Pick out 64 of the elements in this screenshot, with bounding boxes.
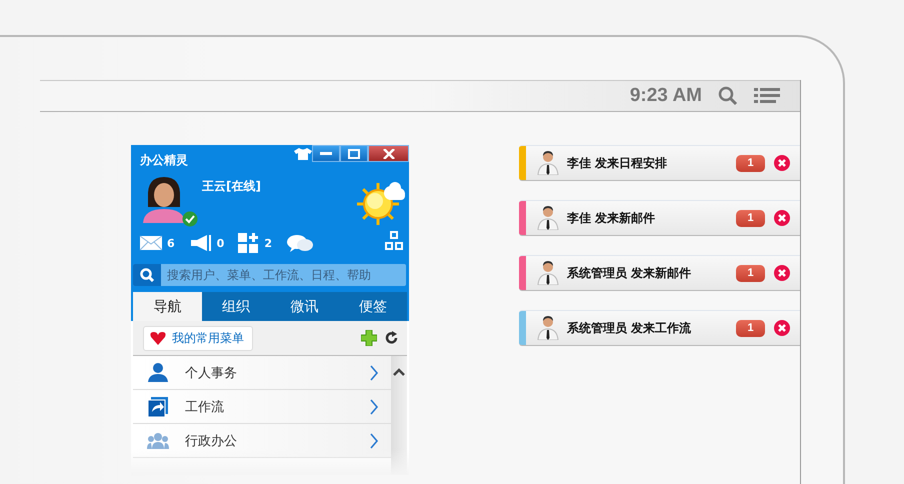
person-icon [537, 206, 559, 230]
megaphone-icon[interactable] [188, 234, 213, 252]
dismiss-button[interactable] [774, 320, 790, 336]
tab[interactable]: 导航 [133, 292, 202, 321]
person-icon [537, 316, 559, 340]
scrollbar[interactable] [391, 356, 407, 475]
close-icon [774, 265, 790, 281]
apps-grid-icon[interactable] [238, 233, 260, 253]
user-name-status: 王云[在线] [202, 178, 261, 195]
maximize-icon [348, 148, 360, 158]
menu-label: 工作流 [185, 398, 225, 416]
close-icon [774, 210, 790, 226]
heart-icon [150, 331, 166, 345]
dismiss-button[interactable] [774, 155, 790, 171]
close-button[interactable] [368, 145, 409, 162]
minimize-icon [320, 152, 332, 155]
close-icon [774, 155, 790, 171]
menu-label: 个人事务 [185, 364, 238, 382]
share-arrow-icon [147, 396, 169, 418]
plus-icon[interactable] [361, 330, 377, 346]
person-icon [537, 261, 559, 285]
chevron-right-icon [369, 398, 379, 414]
refresh-icon[interactable] [385, 331, 399, 345]
menu-label: 行政办公 [185, 432, 238, 450]
notification-text: 系统管理员 发来工作流 [567, 320, 692, 336]
shirt-icon[interactable] [293, 147, 313, 161]
chevron-right-icon [369, 364, 379, 380]
clock-time: 9:23 AM [630, 85, 702, 107]
close-icon [774, 320, 790, 336]
notification-card[interactable]: 李佳 发来日程安排 1 [519, 145, 800, 181]
notification-text: 系统管理员 发来新邮件 [567, 264, 692, 282]
notification-card[interactable]: 系统管理员 发来新邮件 1 [519, 255, 800, 291]
dismiss-button[interactable] [774, 210, 790, 226]
menu-item[interactable]: 工作流 [133, 390, 391, 424]
menu-item[interactable]: 个人事务 [133, 356, 391, 390]
search-icon[interactable] [718, 86, 738, 106]
count-badge: 1 [736, 154, 765, 172]
count-badge: 1 [736, 210, 765, 226]
counter-value: 2 [264, 236, 272, 250]
count-badge: 1 [736, 320, 765, 336]
notification-text: 李佳 发来日程安排 [567, 154, 668, 172]
notification-card[interactable]: 系统管理员 发来工作流 1 [519, 310, 800, 346]
dismiss-button[interactable] [774, 265, 790, 281]
notification-text: 李佳 发来新邮件 [567, 210, 656, 226]
chat-bubbles-icon[interactable] [286, 233, 314, 253]
notification-card[interactable]: 李佳 发来新邮件 1 [519, 200, 800, 236]
counter-value: 0 [216, 236, 224, 250]
count-badge: 1 [736, 264, 765, 282]
envelope-icon[interactable] [139, 235, 163, 251]
menu-icon[interactable] [754, 87, 780, 105]
chevron-right-icon [369, 432, 379, 448]
minimize-button[interactable] [312, 145, 340, 162]
counter-value: 6 [167, 236, 175, 250]
search-icon [140, 268, 154, 282]
app-title: 办公精灵 [140, 152, 188, 169]
maximize-button[interactable] [340, 145, 368, 162]
scroll-up-icon[interactable] [393, 368, 405, 376]
close-icon [382, 148, 394, 158]
person-icon [147, 362, 169, 384]
menu-item[interactable]: 行政办公 [133, 424, 391, 458]
search-field[interactable]: 搜索用户、菜单、工作流、日程、帮助 [133, 264, 406, 286]
layout-icon[interactable] [385, 231, 403, 251]
favorites-button[interactable]: 我的常用菜单 [143, 326, 253, 350]
person-icon [537, 151, 559, 175]
